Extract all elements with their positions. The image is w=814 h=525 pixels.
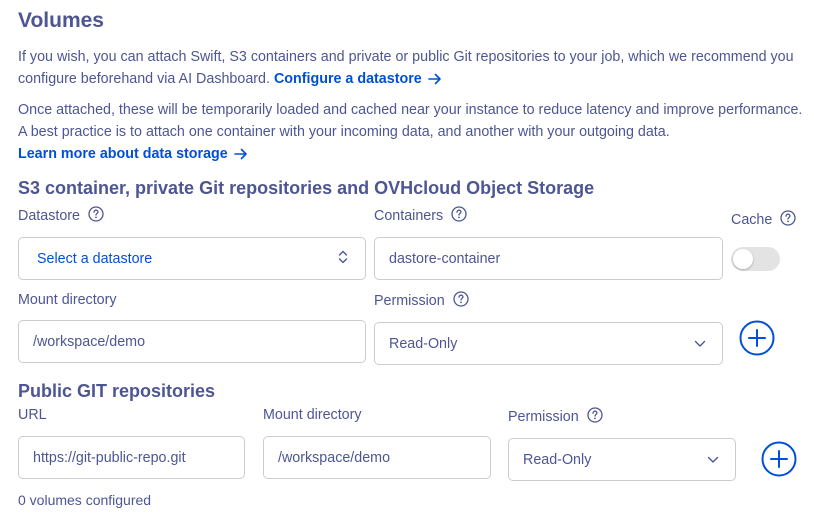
volumes-title: Volumes: [18, 9, 104, 32]
git-permission-label: Permission: [508, 407, 603, 425]
permission-label: Permission: [374, 291, 469, 309]
chevron-down-icon: [694, 336, 706, 352]
mount-directory-input[interactable]: [33, 321, 365, 362]
containers-label: Containers: [374, 206, 467, 224]
arrow-right-icon: [427, 70, 442, 92]
cache-label: Cache: [731, 210, 796, 228]
add-git-volume-button[interactable]: [761, 441, 797, 477]
learn-more-link[interactable]: Learn more about data storage: [18, 143, 248, 167]
git-permission-select[interactable]: Read-Only: [508, 438, 736, 481]
git-url-input[interactable]: [33, 437, 244, 478]
git-permission-select-value: Read-Only: [523, 451, 592, 468]
containers-input[interactable]: [389, 238, 722, 279]
containers-field[interactable]: [374, 237, 723, 280]
chevron-down-icon: [707, 452, 719, 468]
datastore-select[interactable]: Select a datastore: [18, 237, 366, 280]
git-url-field[interactable]: [18, 436, 245, 479]
s3-section-title: S3 container, private Git repositories a…: [18, 178, 595, 198]
git-section-title: Public GIT repositories: [18, 381, 216, 401]
permission-select-value: Read-Only: [389, 335, 458, 352]
chevron-up-down-icon: [337, 249, 349, 269]
cache-toggle[interactable]: [731, 247, 780, 271]
question-circle-icon[interactable]: [451, 206, 467, 222]
cache-toggle-knob: [733, 249, 753, 269]
question-circle-icon[interactable]: [88, 206, 104, 222]
question-circle-icon[interactable]: [453, 291, 469, 307]
question-circle-icon[interactable]: [587, 407, 603, 423]
git-mount-directory-field[interactable]: [263, 436, 491, 479]
plus-circle-icon: [739, 320, 775, 356]
plus-circle-icon: [761, 441, 797, 477]
datastore-select-value: Select a datastore: [37, 250, 153, 267]
mount-directory-label: Mount directory: [18, 292, 117, 308]
mount-directory-field[interactable]: [18, 320, 366, 363]
git-mount-directory-input[interactable]: [278, 437, 490, 478]
datastore-label: Datastore: [18, 206, 104, 224]
git-mount-directory-label: Mount directory: [263, 407, 362, 423]
volumes-intro: If you wish, you can attach Swift, S3 co…: [18, 46, 798, 92]
arrow-right-icon: [233, 145, 248, 167]
cache-info-text: Once attached, these will be temporarily…: [18, 102, 803, 140]
configure-datastore-link[interactable]: Configure a datastore: [274, 71, 442, 87]
permission-select[interactable]: Read-Only: [374, 322, 723, 365]
volumes-cache-info: Once attached, these will be temporarily…: [18, 99, 808, 143]
volumes-configured-count: 0 volumes configured: [18, 492, 152, 508]
question-circle-icon[interactable]: [780, 210, 796, 226]
add-s3-volume-button[interactable]: [739, 320, 775, 356]
url-label: URL: [18, 407, 47, 423]
